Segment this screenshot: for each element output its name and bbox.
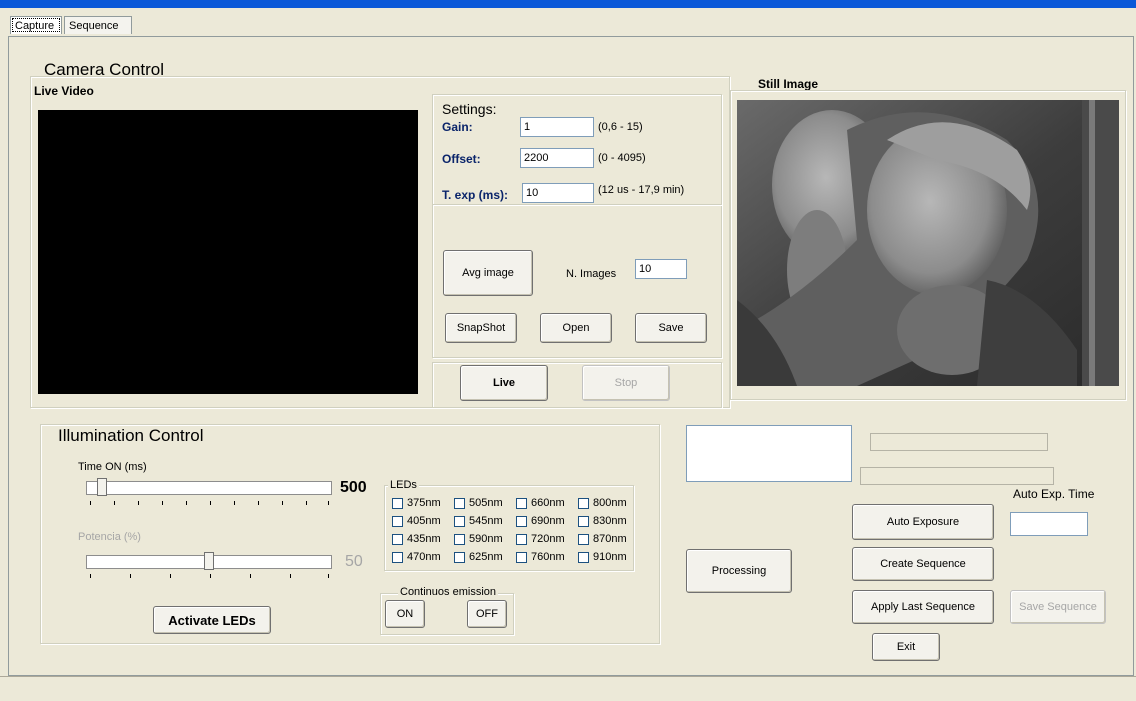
offset-label: Offset:	[442, 152, 481, 166]
led-505nm[interactable]: 505nm	[454, 497, 516, 509]
led-545nm[interactable]: 545nm	[454, 515, 516, 527]
time-on-label: Time ON (ms)	[78, 461, 147, 473]
n-images-label: N. Images	[566, 268, 617, 280]
led-720nm[interactable]: 720nm	[516, 533, 578, 545]
led-row-1: 375nm 505nm 660nm 800nm	[392, 497, 640, 509]
save-sequence-button[interactable]: Save Sequence	[1010, 590, 1106, 624]
open-button[interactable]: Open	[540, 313, 612, 343]
checkbox-icon[interactable]	[516, 551, 527, 563]
texp-label: T. exp (ms):	[442, 188, 509, 202]
checkbox-icon[interactable]	[516, 515, 527, 527]
led-910nm[interactable]: 910nm	[578, 551, 640, 563]
tab-capture[interactable]: Capture	[10, 16, 62, 34]
window-top-border	[0, 0, 1136, 8]
checkbox-icon[interactable]	[516, 497, 527, 509]
processing-output-box[interactable]	[686, 425, 852, 482]
live-video-label: Live Video	[34, 84, 94, 98]
illumination-control-title: Illumination Control	[58, 426, 204, 445]
processing-button[interactable]: Processing	[686, 549, 792, 593]
offset-input[interactable]: 2200	[520, 148, 594, 168]
checkbox-icon[interactable]	[578, 497, 589, 509]
led-800nm[interactable]: 800nm	[578, 497, 640, 509]
time-on-ticks	[90, 501, 330, 505]
checkbox-icon[interactable]	[454, 497, 465, 509]
checkbox-icon[interactable]	[392, 533, 403, 545]
avg-image-button[interactable]: Avg image	[443, 250, 533, 296]
led-435nm[interactable]: 435nm	[392, 533, 454, 545]
save-button[interactable]: Save	[635, 313, 707, 343]
led-690nm[interactable]: 690nm	[516, 515, 578, 527]
led-760nm[interactable]: 760nm	[516, 551, 578, 563]
led-row-2: 405nm 545nm 690nm 830nm	[392, 515, 640, 527]
exit-button[interactable]: Exit	[872, 633, 940, 661]
emission-on-button[interactable]: ON	[385, 600, 425, 628]
create-sequence-button[interactable]: Create Sequence	[852, 547, 994, 581]
checkbox-icon[interactable]	[392, 551, 403, 563]
checkbox-icon[interactable]	[454, 515, 465, 527]
potencia-label: Potencia (%)	[78, 531, 141, 543]
time-on-value: 500	[340, 479, 367, 496]
progress-bar-1	[870, 433, 1048, 451]
checkbox-icon[interactable]	[578, 551, 589, 563]
potencia-ticks	[90, 574, 330, 578]
led-625nm[interactable]: 625nm	[454, 551, 516, 563]
potencia-slider-thumb[interactable]	[204, 552, 214, 570]
checkbox-icon[interactable]	[392, 497, 403, 509]
auto-exposure-button[interactable]: Auto Exposure	[852, 504, 994, 540]
leds-label: LEDs	[388, 479, 419, 491]
checkbox-icon[interactable]	[578, 533, 589, 545]
auto-exp-time-label: Auto Exp. Time	[1013, 487, 1095, 501]
status-bar	[0, 676, 1136, 701]
led-row-3: 435nm 590nm 720nm 870nm	[392, 533, 640, 545]
live-video-display	[38, 110, 418, 394]
still-image	[737, 100, 1119, 386]
led-870nm[interactable]: 870nm	[578, 533, 640, 545]
stop-button[interactable]: Stop	[582, 365, 670, 401]
potencia-value: 50	[345, 553, 363, 570]
tab-sequence[interactable]: Sequence	[64, 16, 132, 34]
checkbox-icon[interactable]	[454, 533, 465, 545]
auto-exp-time-input[interactable]	[1010, 512, 1088, 536]
led-470nm[interactable]: 470nm	[392, 551, 454, 563]
time-on-slider[interactable]	[86, 481, 332, 495]
emission-off-button[interactable]: OFF	[467, 600, 507, 628]
progress-bar-2	[860, 467, 1054, 485]
led-590nm[interactable]: 590nm	[454, 533, 516, 545]
checkbox-icon[interactable]	[578, 515, 589, 527]
offset-range: (0 - 4095)	[598, 152, 646, 164]
texp-range: (12 us - 17,9 min)	[598, 184, 685, 196]
settings-title: Settings:	[442, 101, 497, 117]
continuous-emission-label: Continuos emission	[398, 586, 498, 598]
n-images-input[interactable]: 10	[635, 259, 687, 279]
settings-divider	[432, 204, 722, 205]
checkbox-icon[interactable]	[516, 533, 527, 545]
checkbox-icon[interactable]	[454, 551, 465, 563]
gain-input[interactable]: 1	[520, 117, 594, 137]
live-button[interactable]: Live	[460, 365, 548, 401]
checkbox-icon[interactable]	[392, 515, 403, 527]
gain-label: Gain:	[442, 120, 473, 134]
gain-range: (0,6 - 15)	[598, 121, 643, 133]
activate-leds-button[interactable]: Activate LEDs	[153, 606, 271, 634]
camera-control-title: Camera Control	[44, 60, 164, 79]
led-row-4: 470nm 625nm 760nm 910nm	[392, 551, 640, 563]
apply-last-sequence-button[interactable]: Apply Last Sequence	[852, 590, 994, 624]
led-830nm[interactable]: 830nm	[578, 515, 640, 527]
texp-input[interactable]: 10	[522, 183, 594, 203]
time-on-slider-thumb[interactable]	[97, 478, 107, 496]
led-375nm[interactable]: 375nm	[392, 497, 454, 509]
still-image-label: Still Image	[758, 77, 819, 91]
snapshot-button[interactable]: SnapShot	[445, 313, 517, 343]
led-405nm[interactable]: 405nm	[392, 515, 454, 527]
led-660nm[interactable]: 660nm	[516, 497, 578, 509]
